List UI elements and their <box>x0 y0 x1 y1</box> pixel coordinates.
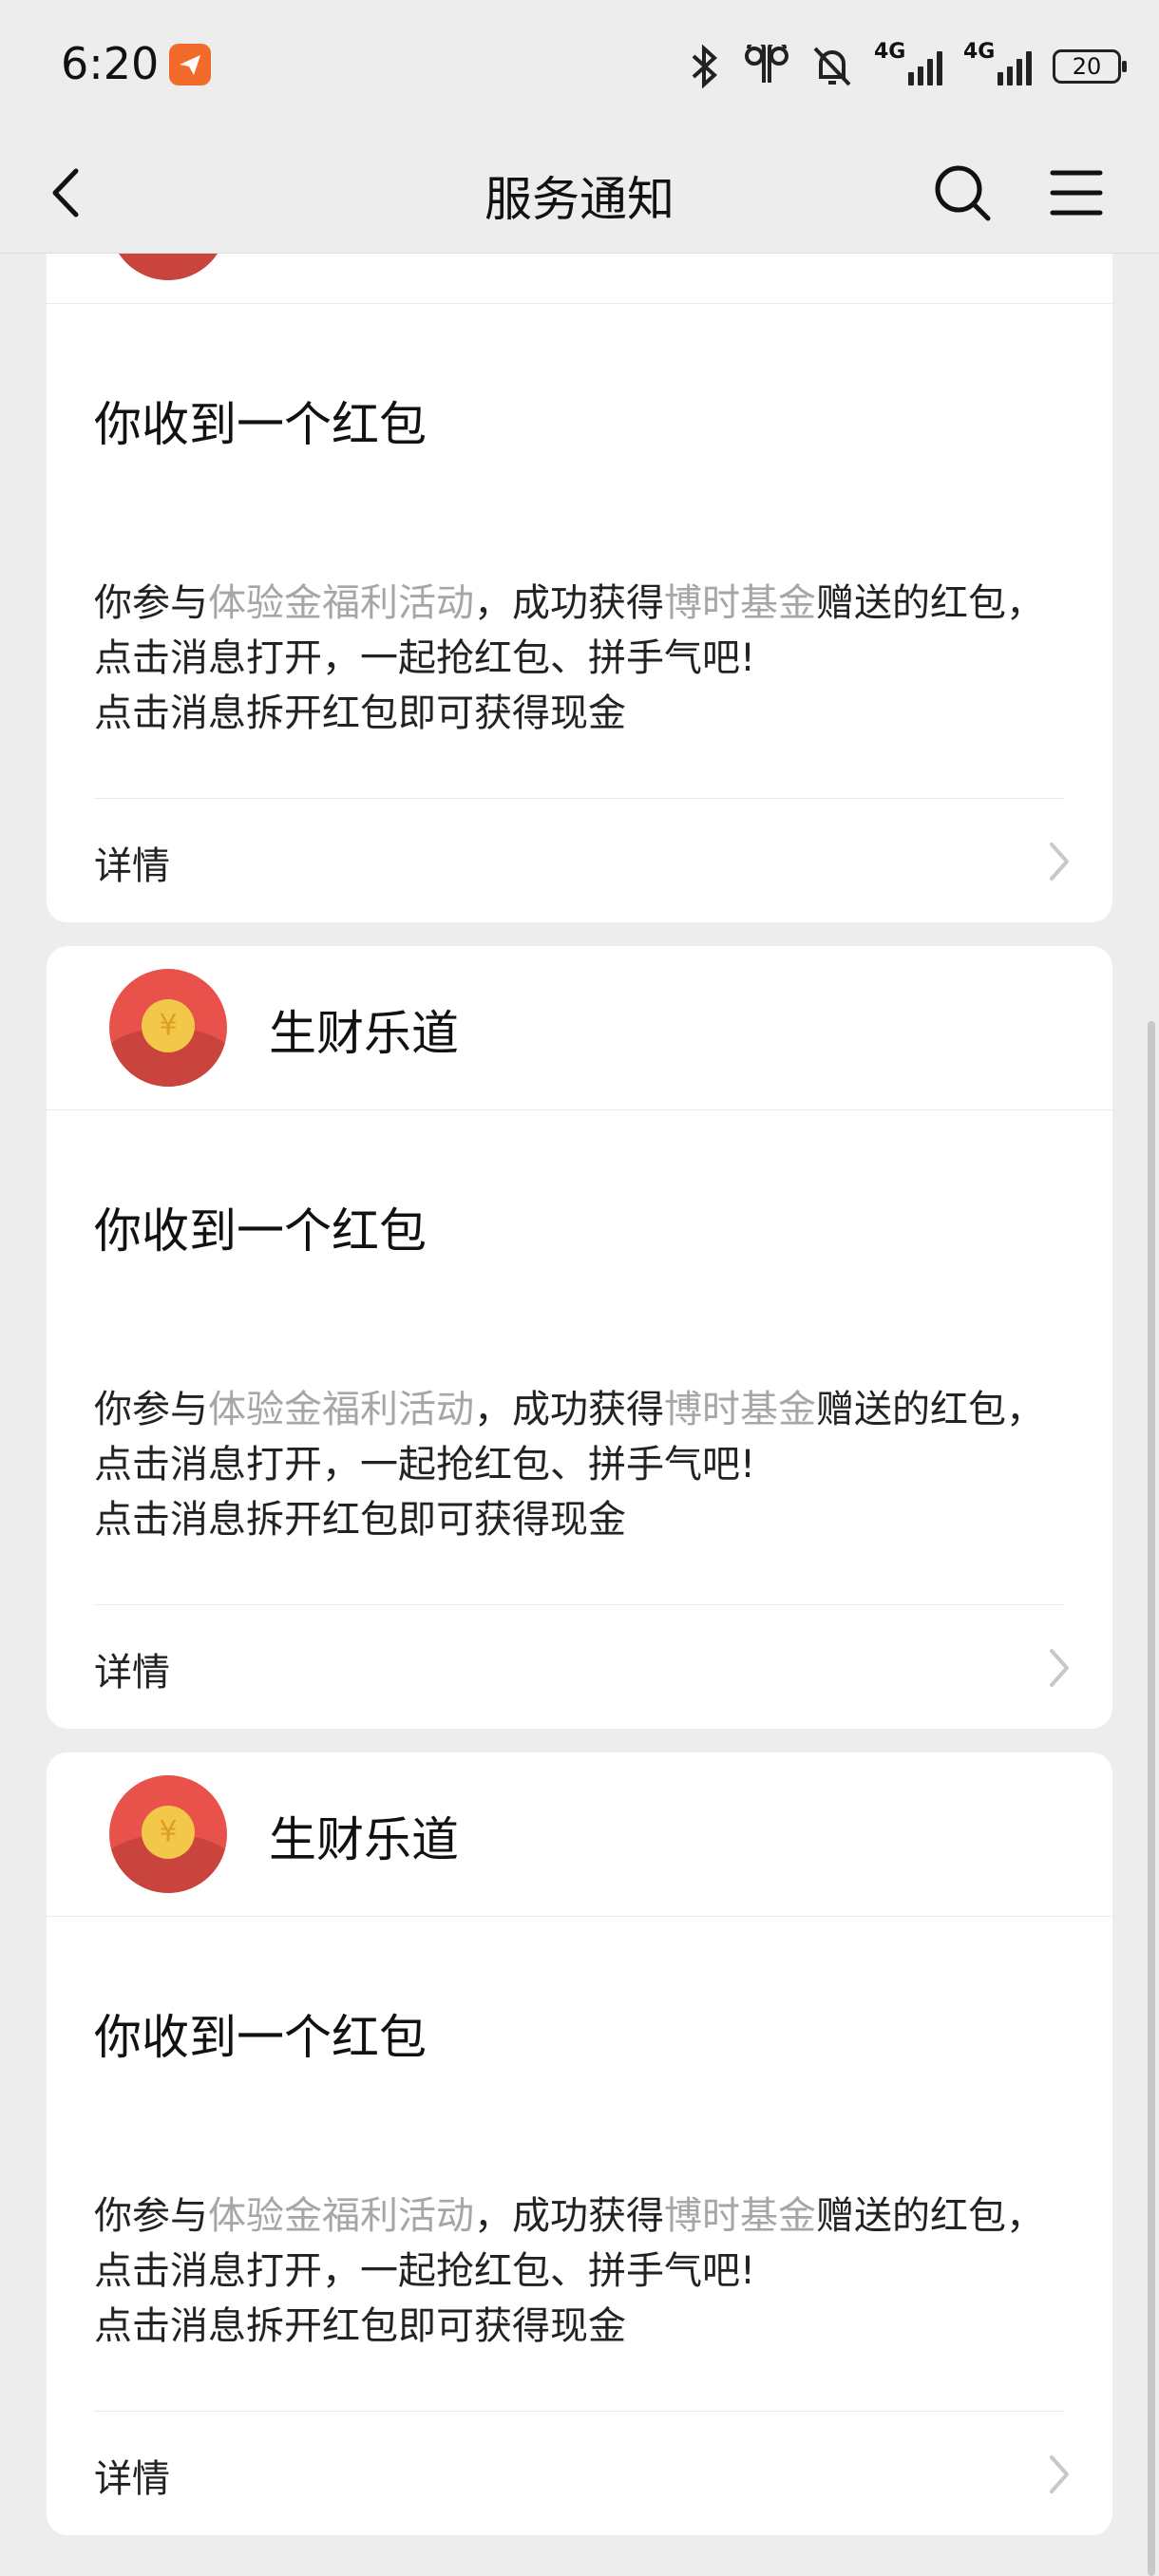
detail-row[interactable]: 详情 <box>47 799 1112 922</box>
search-button[interactable] <box>927 158 998 228</box>
status-icons: 4G 4G 20 <box>688 40 1127 91</box>
notification-card[interactable]: ¥ 你收到一个红包 你参与体验金福利活动，成功获得博时基金赠送的红包，点击消息打… <box>47 254 1112 922</box>
coin-icon: ¥ <box>142 999 195 1052</box>
detail-label: 详情 <box>94 1651 170 1695</box>
fund-link[interactable]: 博时基金 <box>664 1388 816 1431</box>
activity-link[interactable]: 体验金福利活动 <box>208 1388 474 1431</box>
card-title: 你收到一个红包 <box>94 2010 427 2065</box>
status-bar: 6:20 4G 4G 20 <box>0 0 1159 133</box>
scrollbar[interactable] <box>1148 1021 1155 2576</box>
hamburger-menu-icon <box>1050 170 1103 216</box>
card-title: 你收到一个红包 <box>94 1203 427 1259</box>
card-header: ¥ 生财乐道 <box>47 946 1112 1110</box>
activity-link[interactable]: 体验金福利活动 <box>208 2194 474 2238</box>
red-packet-icon: ¥ <box>109 969 227 1087</box>
chevron-right-icon <box>1050 843 1069 881</box>
red-packet-icon: ¥ <box>109 1775 227 1893</box>
nav-bar: 服务通知 <box>0 133 1159 254</box>
detail-row[interactable]: 详情 <box>47 2412 1112 2535</box>
red-packet-icon: ¥ <box>109 254 227 280</box>
chevron-right-icon <box>1050 2455 1069 2493</box>
search-icon <box>935 165 991 221</box>
card-title: 你收到一个红包 <box>94 397 427 452</box>
card-body: 你参与体验金福利活动，成功获得博时基金赠送的红包，点击消息打开，一起抢红包、拼手… <box>94 2194 1044 2348</box>
sender-name: 生财乐道 <box>269 1812 459 1867</box>
menu-button[interactable] <box>1041 158 1112 228</box>
fund-link[interactable]: 博时基金 <box>664 2194 816 2238</box>
chevron-right-icon <box>1050 1649 1069 1687</box>
bluetooth-icon <box>692 45 717 88</box>
coin-icon: ¥ <box>142 1806 195 1859</box>
notification-card[interactable]: ¥ 生财乐道 你收到一个红包 你参与体验金福利活动，成功获得博时基金赠送的红包，… <box>47 946 1112 1729</box>
signal-strength-2: 4G <box>963 40 1032 85</box>
card-header: ¥ 生财乐道 <box>47 1752 1112 1917</box>
battery-icon: 20 <box>1053 49 1127 84</box>
app-notification-icon <box>169 44 211 85</box>
mute-bell-icon <box>813 47 851 86</box>
battery-level: 20 <box>1072 53 1102 80</box>
detail-row[interactable]: 详情 <box>47 1605 1112 1729</box>
status-time: 6:20 <box>61 38 160 89</box>
card-body: 你参与体验金福利活动，成功获得博时基金赠送的红包，点击消息打开，一起抢红包、拼手… <box>94 1388 1044 1542</box>
fund-link[interactable]: 博时基金 <box>664 581 816 625</box>
card-body: 你参与体验金福利活动，成功获得博时基金赠送的红包，点击消息打开，一起抢红包、拼手… <box>94 581 1044 735</box>
sender-name: 生财乐道 <box>269 1006 459 1061</box>
detail-label: 详情 <box>94 844 170 888</box>
card-header: ¥ <box>47 254 1112 304</box>
earbuds-icon <box>745 45 788 83</box>
signal-strength-1: 4G <box>874 40 942 85</box>
activity-link[interactable]: 体验金福利活动 <box>208 581 474 625</box>
notification-card[interactable]: ¥ 生财乐道 你收到一个红包 你参与体验金福利活动，成功获得博时基金赠送的红包，… <box>47 1752 1112 2535</box>
notification-list[interactable]: ¥ 你收到一个红包 你参与体验金福利活动，成功获得博时基金赠送的红包，点击消息打… <box>0 254 1159 2576</box>
detail-label: 详情 <box>94 2457 170 2501</box>
